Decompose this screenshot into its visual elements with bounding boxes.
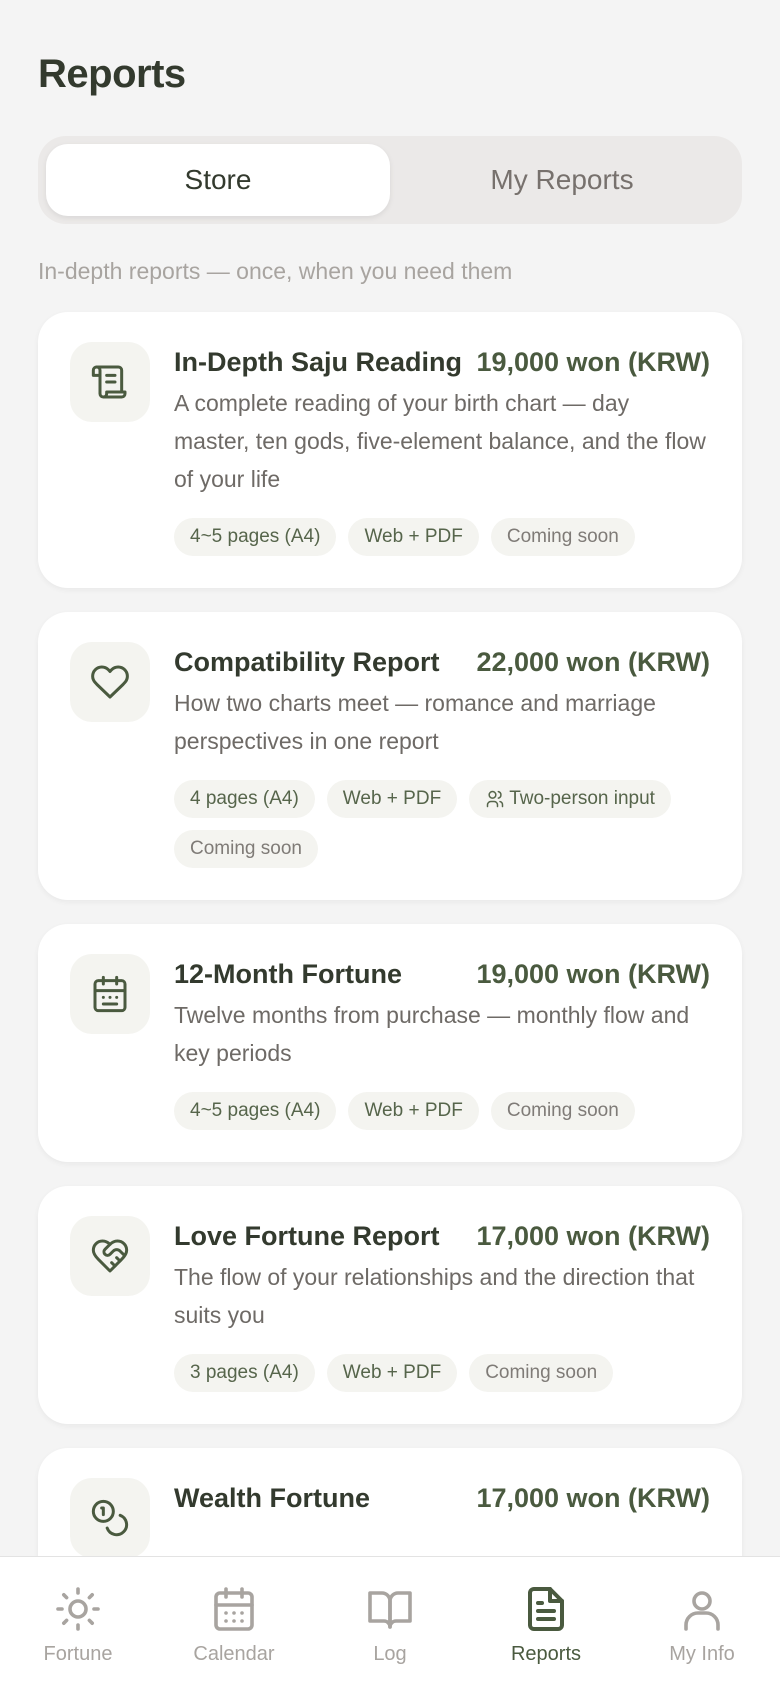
book-open-icon (368, 1591, 412, 1629)
tag-coming-soon: Coming soon (490, 518, 635, 556)
report-description: How two charts meet — romance and marria… (174, 690, 656, 754)
tag-format: Web + PDF (326, 1354, 458, 1392)
tag-coming-soon: Coming soon (469, 1354, 614, 1392)
sun-icon (56, 1587, 100, 1631)
tab-store[interactable]: Store (46, 144, 390, 216)
report-name: Love Fortune Report (174, 1221, 440, 1251)
calendar-icon (70, 954, 150, 1034)
report-price: 17,000 won (KRW) (476, 1221, 710, 1251)
coins-icon (70, 1478, 150, 1558)
nav-reports[interactable]: Reports (468, 1557, 624, 1688)
report-card-love[interactable]: Love Fortune Report 17,000 won (KRW) The… (38, 1186, 742, 1424)
nav-calendar[interactable]: Calendar (156, 1557, 312, 1688)
nav-label: Log (373, 1643, 407, 1665)
user-icon (684, 1591, 720, 1631)
tag-pages: 4 pages (A4) (174, 780, 315, 818)
tag-coming-soon: Coming soon (174, 830, 318, 868)
tag-pages: 4~5 pages (A4) (174, 1092, 337, 1130)
report-price: 19,000 won (KRW) (476, 959, 710, 989)
report-card-saju[interactable]: In-Depth Saju Reading 19,000 won (KRW) A… (38, 312, 742, 588)
tag-pages: 4~5 pages (A4) (174, 518, 337, 556)
report-card-compatibility[interactable]: Compatibility Report 22,000 won (KRW) Ho… (38, 612, 742, 900)
tab-my-reports[interactable]: My Reports (390, 144, 734, 216)
report-price: 19,000 won (KRW) (476, 347, 710, 377)
report-description: The flow of your relationships and the d… (174, 1264, 695, 1328)
report-name: Wealth Fortune (174, 1483, 371, 1513)
tag-pages: 3 pages (A4) (174, 1354, 315, 1392)
heart-icon (70, 642, 150, 722)
nav-label: Reports (510, 1643, 582, 1665)
users-icon (486, 790, 504, 808)
nav-label: My Info (669, 1643, 735, 1665)
nav-my-info[interactable]: My Info (624, 1557, 780, 1688)
scroll-icon (70, 342, 150, 422)
tag-format: Web + PDF (348, 1092, 479, 1130)
report-description: A complete reading of your birth chart —… (174, 390, 706, 492)
segmented-control: Store My Reports (38, 136, 742, 224)
nav-log[interactable]: Log (312, 1557, 468, 1688)
report-name: In-Depth Saju Reading (174, 347, 463, 377)
nav-label: Calendar (193, 1643, 275, 1665)
tag-coming-soon: Coming soon (490, 1092, 635, 1130)
heart-handshake-icon (70, 1216, 150, 1296)
reports-screen: Reports Store My Reports In-depth report… (0, 0, 780, 1688)
calendar-icon (214, 1587, 254, 1631)
page-title: Reports (38, 52, 186, 96)
section-subtitle: In-depth reports — once, when you need t… (38, 258, 513, 284)
nav-fortune[interactable]: Fortune (0, 1557, 156, 1688)
report-name: Compatibility Report (174, 647, 440, 677)
report-list: In-Depth Saju Reading 19,000 won (KRW) A… (38, 312, 742, 1614)
bottom-nav: Fortune Calendar Log Reports My Info (0, 1556, 780, 1688)
tag-format: Web + PDF (348, 518, 479, 556)
file-text-icon (528, 1587, 564, 1631)
tag-label: Two-person input (509, 788, 655, 809)
report-card-12-month[interactable]: 12-Month Fortune 19,000 won (KRW) Twelve… (38, 924, 742, 1162)
tag-two-person: Two-person input (469, 780, 671, 818)
report-name: 12-Month Fortune (174, 959, 402, 989)
report-description: Twelve months from purchase — monthly fl… (174, 1002, 690, 1066)
report-price: 17,000 won (KRW) (476, 1483, 710, 1513)
tag-format: Web + PDF (326, 780, 458, 818)
nav-label: Fortune (43, 1643, 113, 1665)
report-price: 22,000 won (KRW) (476, 647, 710, 677)
